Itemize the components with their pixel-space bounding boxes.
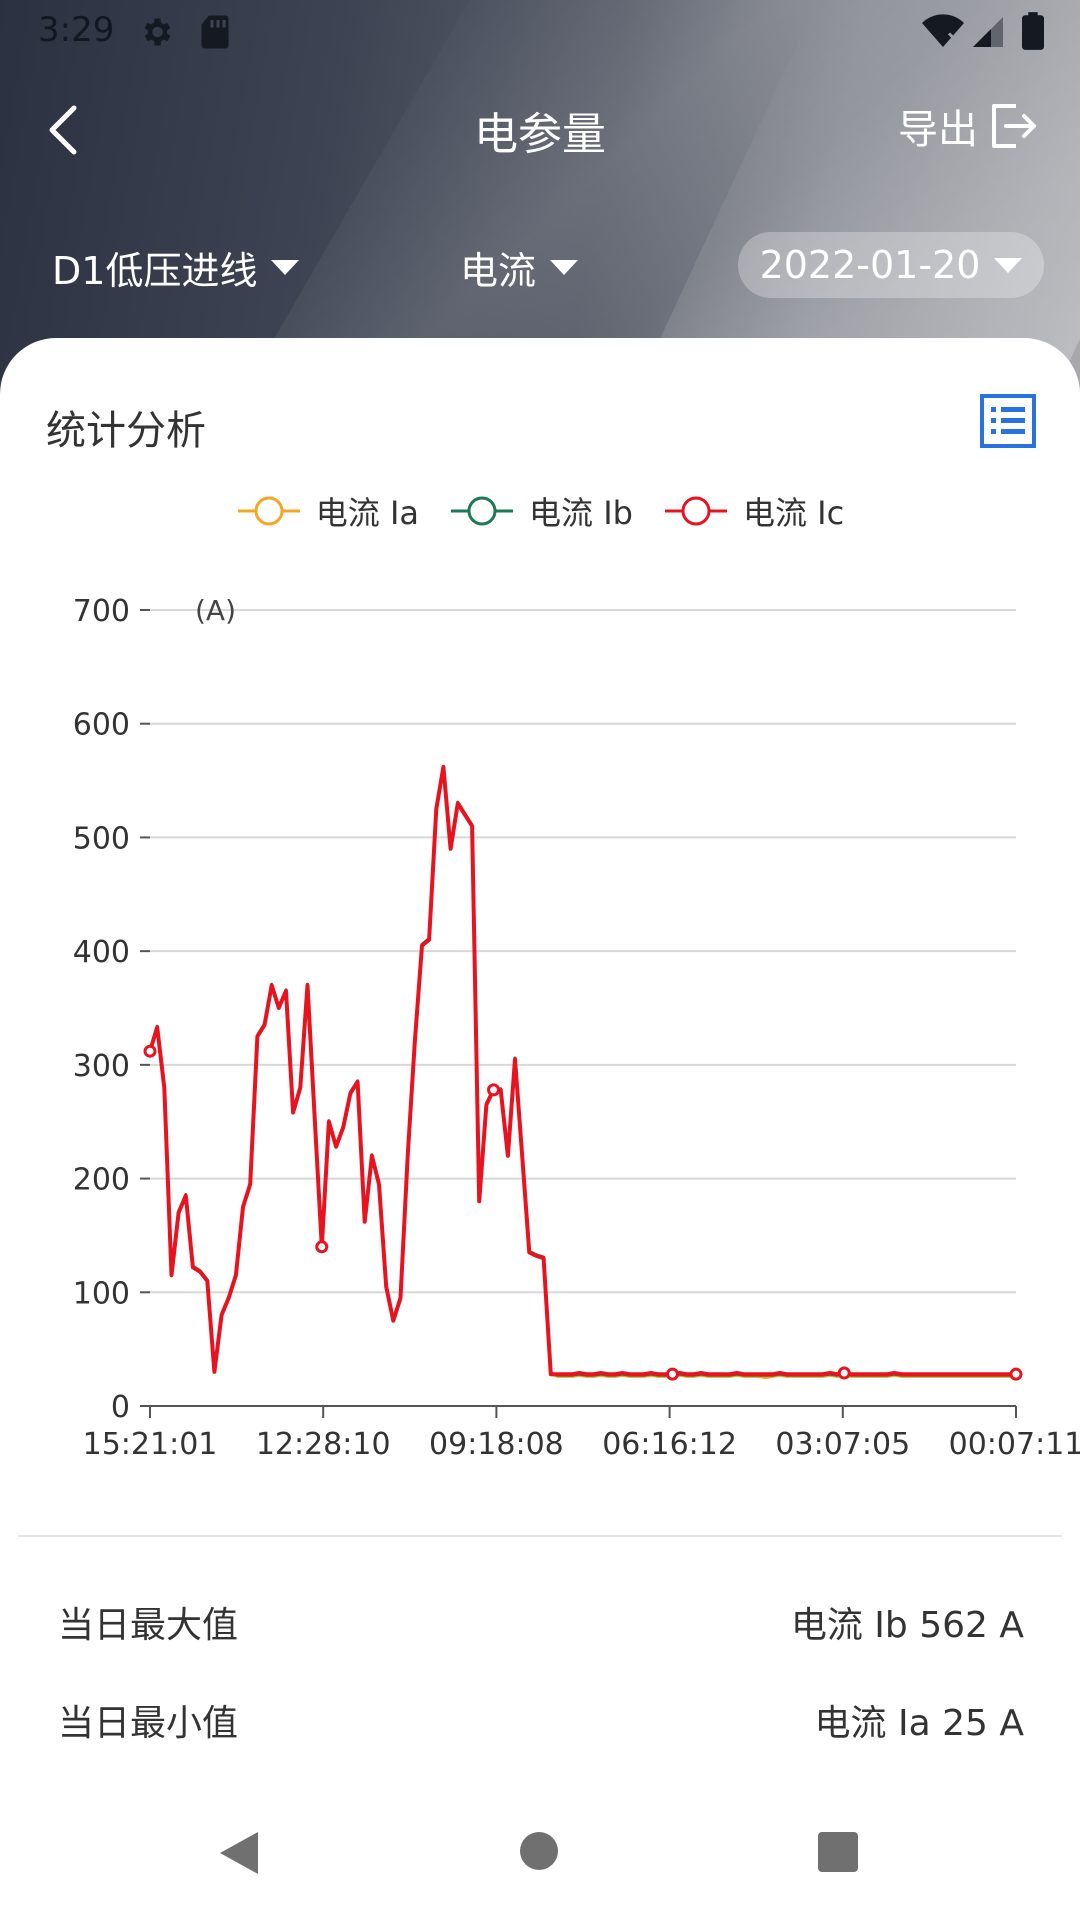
legend-item-ic[interactable]: 电流 Ic [663,488,844,534]
y-tick-label: 500 [73,821,130,856]
x-tick-label: 06:16:12 [602,1427,737,1462]
daily-min-label: 当日最小值 [58,1703,239,1744]
export-icon [992,104,1036,148]
legend-label-ib: 电流 Ib [529,494,633,532]
status-bar: 3:29 [0,0,1080,64]
data-point-marker [143,1044,157,1058]
y-tick-label: 700 [73,594,130,629]
daily-min-value: 电流 Ia 25 A [814,1703,1024,1744]
divider [18,1535,1062,1537]
status-time: 3:29 [38,10,115,50]
battery-icon [1022,12,1044,50]
y-tick-label: 600 [73,708,130,743]
daily-max-value: 电流 Ib 562 A [790,1605,1024,1646]
series-line-3 [148,764,1016,1377]
daily-max-row: 当日最大值 电流 Ib 562 A [58,1596,1024,1648]
caret-down-icon [550,260,579,275]
export-label: 导出 [898,107,978,153]
section-title: 统计分析 [46,408,206,454]
date-picker-label: 2022-01-20 [759,243,981,287]
signal-icon [973,17,1003,47]
y-tick-label: 200 [73,1163,130,1198]
legend-marker-ic [664,496,727,526]
nav-home-icon[interactable] [520,1832,558,1870]
daily-max-label: 当日最大值 [58,1605,239,1646]
device-dropdown[interactable]: D1低压进线 [52,240,300,295]
y-unit-label: (A) [195,594,236,627]
device-dropdown-label: D1低压进线 [52,249,258,293]
legend-label-ia: 电流 Ia [315,494,420,532]
parameter-dropdown-label: 电流 [460,249,537,293]
settings-gear-icon [144,18,171,46]
y-tick-label: 400 [73,935,130,970]
date-picker[interactable]: 2022-01-20 [738,232,1044,298]
legend-item-ib[interactable]: 电流 Ib [449,488,633,534]
legend-marker-ia [237,496,300,526]
legend-marker-ib [451,496,514,526]
legend-item-ia[interactable]: 电流 Ia [236,488,419,534]
chart-legend: 电流 Ia 电流 Ib 电流 Ic [0,488,1080,534]
nav-back-icon[interactable] [218,1830,260,1876]
y-tick-label: 0 [111,1390,130,1425]
data-point-marker [487,1083,501,1097]
wifi-icon [922,14,964,47]
data-point-marker [837,1366,851,1380]
series-line-1 [148,765,1016,1380]
list-view-icon[interactable] [980,394,1036,448]
data-point-marker [665,1367,679,1381]
y-tick-label: 100 [73,1276,130,1311]
parameter-dropdown[interactable]: 电流 [460,240,579,295]
caret-down-icon [271,260,300,275]
x-tick-label: 03:07:05 [775,1427,910,1462]
statistics-card: 统计分析 电流 Ia 电流 Ib 电流 Ic 0 100 200 300 400… [0,338,1080,1920]
y-tick-label: 300 [73,1049,130,1084]
x-tick-label: 12:28:10 [256,1427,391,1462]
export-button[interactable]: 导出 [898,96,1038,156]
daily-min-row: 当日最小值 电流 Ia 25 A [58,1694,1024,1746]
data-point-marker [1009,1367,1023,1381]
sd-card-icon [201,15,229,49]
x-tick-label: 09:18:08 [429,1427,564,1462]
caret-down-icon [994,257,1023,273]
data-point-marker [315,1240,329,1254]
legend-label-ic: 电流 Ic [742,494,845,532]
series-line-2 [148,765,1016,1377]
nav-recents-icon[interactable] [818,1832,858,1872]
x-tick-label: 00:07:11 [949,1427,1080,1462]
system-navigation-bar [0,1806,1080,1906]
x-tick-label: 15:21:01 [83,1427,218,1462]
